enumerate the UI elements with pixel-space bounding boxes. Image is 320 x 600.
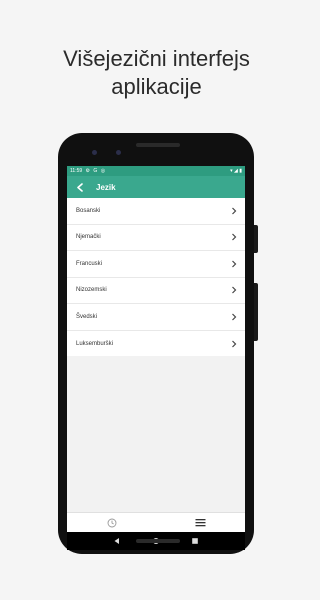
google-icon: G [93,168,98,174]
power-button [254,225,258,253]
status-left: 11:59 ⚙ G ◎ [70,166,107,176]
language-label: Luksemburški [76,340,114,347]
signal-icon: ◢ [233,168,238,174]
language-item[interactable]: Francuski [67,251,245,278]
headline: Višejezični interfejs aplikacije [0,45,313,101]
clock-icon [107,518,116,527]
language-item[interactable]: Bosanski [67,198,245,225]
language-label: Švedski [76,313,98,320]
language-label: Njemački [76,234,101,241]
language-label: Nizozemski [76,287,107,294]
language-label: Francuski [76,260,103,267]
status-time: 11:59 [70,168,83,174]
headline-line-2: aplikacije [111,74,202,99]
battery-icon: ▮ [239,168,242,174]
chevron-right-icon [232,207,237,215]
chevron-right-icon [232,340,237,348]
chevron-right-icon [232,286,237,294]
chevron-right-icon [232,260,237,268]
headline-line-1: Višejezični interfejs [63,46,250,71]
tab-menu[interactable] [156,513,245,533]
earpiece-speaker [136,143,180,147]
sensor-icon [116,150,121,155]
volume-button [254,283,258,341]
front-camera-icon [92,150,97,155]
chevron-right-icon [232,233,237,241]
empty-content-area [67,356,245,512]
language-item[interactable]: Švedski [67,304,245,331]
status-bar: 11:59 ⚙ G ◎ ▾ ◢ ▮ [67,166,245,176]
tab-history[interactable] [67,513,156,533]
app-bar: Jezik [67,176,245,198]
language-label: Bosanski [76,207,101,214]
menu-icon [195,519,206,527]
back-triangle-icon[interactable] [113,537,121,545]
bottom-navigation [67,512,245,532]
app-title: Jezik [96,182,116,192]
phone-frame: 11:59 ⚙ G ◎ ▾ ◢ ▮ Jezik Bosanski Njemačk… [58,133,258,554]
arrow-left-icon[interactable] [71,176,89,198]
app-icon: ◎ [100,168,106,174]
wifi-icon: ▾ [230,168,233,174]
language-item[interactable]: Nizozemski [67,278,245,304]
status-right: ▾ ◢ ▮ [230,166,242,176]
language-item[interactable]: Luksemburški [67,331,245,358]
app-screen: 11:59 ⚙ G ◎ ▾ ◢ ▮ Jezik Bosanski Njemačk… [67,166,245,532]
settings-icon: ⚙ [85,168,91,174]
chevron-right-icon [232,313,237,321]
bottom-speaker [136,539,180,543]
language-list: Bosanski Njemački Francuski Nizozemski Š… [67,198,245,357]
language-item[interactable]: Njemački [67,225,245,251]
recents-square-icon[interactable] [191,537,199,545]
